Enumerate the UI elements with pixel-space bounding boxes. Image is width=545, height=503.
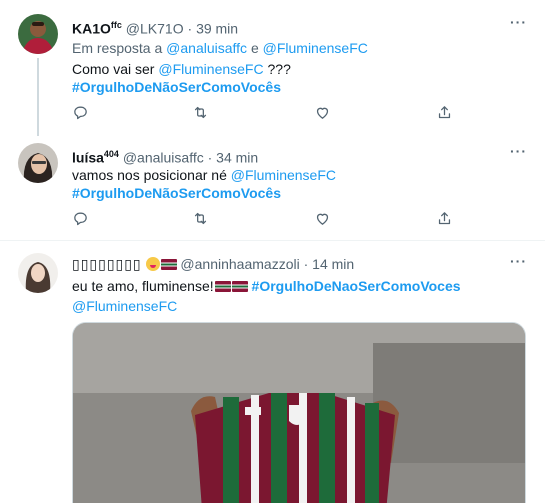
- tweet-header: luísa404 @analuisaffc · 34 min: [72, 145, 258, 167]
- reply-icon[interactable]: [72, 210, 92, 230]
- hashtag-link[interactable]: #OrgulhoDeNãoSerComoVocês: [72, 79, 281, 95]
- tweet-text-start: Como vai ser: [72, 61, 155, 77]
- avatar-ka1o[interactable]: [18, 14, 58, 54]
- tweet-text-end: ???: [267, 61, 291, 77]
- reply-context: Em resposta a @analuisaffc e @Fluminense…: [72, 39, 368, 57]
- separator-dot: ·: [207, 149, 213, 166]
- fluminense-flag-icon: [214, 281, 231, 292]
- reply-mention-fluminensefc[interactable]: @FluminenseFC: [263, 40, 368, 56]
- more-icon[interactable]: ···: [510, 253, 527, 269]
- share-icon[interactable]: [436, 210, 456, 230]
- hashtag-link[interactable]: #OrgulhoDeNaoSerComoVoces: [252, 278, 461, 294]
- mention-link[interactable]: @FluminenseFC: [158, 61, 263, 77]
- display-name[interactable]: luísa: [72, 150, 104, 166]
- tweet-time[interactable]: 34 min: [216, 150, 258, 166]
- share-icon[interactable]: [436, 104, 456, 124]
- tweet-text: eu te amo, fluminense! #OrgulhoDeNaoSerC…: [72, 277, 461, 295]
- like-icon[interactable]: [314, 210, 334, 230]
- more-icon[interactable]: ···: [510, 14, 527, 30]
- display-name-sup: 404: [103, 149, 119, 159]
- tweet-actions: [72, 210, 452, 230]
- fluminense-flag-icon: [231, 281, 248, 292]
- tweet-text-start: eu te amo, fluminense!: [72, 278, 214, 294]
- tweet-header: ▯▯▯▯▯▯▯▯ @anninhaamazzoli · 14 min: [72, 255, 354, 273]
- tweet-ka1o[interactable]: KA1Offc @LK71O · 39 min ··· Em resposta …: [0, 0, 545, 136]
- tweet-photo[interactable]: [72, 322, 526, 503]
- tweet-time[interactable]: 39 min: [196, 21, 238, 37]
- mention-link[interactable]: @FluminenseFC: [72, 298, 177, 314]
- user-handle[interactable]: @LK71O: [126, 21, 184, 37]
- avatar-anninha[interactable]: [18, 253, 58, 293]
- tongue-emoji-icon: [145, 257, 160, 271]
- retweet-icon[interactable]: [192, 210, 212, 230]
- reply-prefix: Em resposta a: [72, 40, 163, 56]
- thread-line: [37, 58, 39, 136]
- more-icon[interactable]: ···: [510, 143, 527, 159]
- avatar-luisa[interactable]: [18, 143, 58, 183]
- like-icon[interactable]: [314, 104, 334, 124]
- tweet-text-start: vamos nos posicionar né: [72, 167, 227, 183]
- reply-and: e: [250, 40, 259, 56]
- tweet-text: vamos nos posicionar né @FluminenseFC: [72, 166, 336, 184]
- hashtag-link[interactable]: #OrgulhoDeNãoSerComoVocês: [72, 185, 281, 201]
- reply-icon[interactable]: [72, 104, 92, 124]
- tweet-time[interactable]: 14 min: [312, 256, 354, 272]
- mention-link[interactable]: @FluminenseFC: [231, 167, 336, 183]
- display-name[interactable]: KA1O: [72, 21, 111, 37]
- reply-mention-analuisaffc[interactable]: @analuisaffc: [166, 40, 247, 56]
- tweet-text: Como vai ser @FluminenseFC ???: [72, 60, 291, 78]
- separator-dot: ·: [187, 20, 193, 37]
- tweet-header: KA1Offc @LK71O · 39 min: [72, 16, 238, 38]
- display-name-sup: ffc: [110, 20, 122, 30]
- tweet-luisa[interactable]: luísa404 @analuisaffc · 34 min ··· vamos…: [0, 135, 545, 240]
- user-handle[interactable]: @anninhaamazzoli: [180, 256, 299, 272]
- retweet-icon[interactable]: [192, 104, 212, 124]
- user-handle[interactable]: @analuisaffc: [123, 150, 204, 166]
- fluminense-flag-icon: [160, 259, 177, 270]
- tweet-actions: [72, 104, 452, 124]
- separator-dot: ·: [303, 256, 309, 272]
- display-name[interactable]: ▯▯▯▯▯▯▯▯: [72, 256, 142, 272]
